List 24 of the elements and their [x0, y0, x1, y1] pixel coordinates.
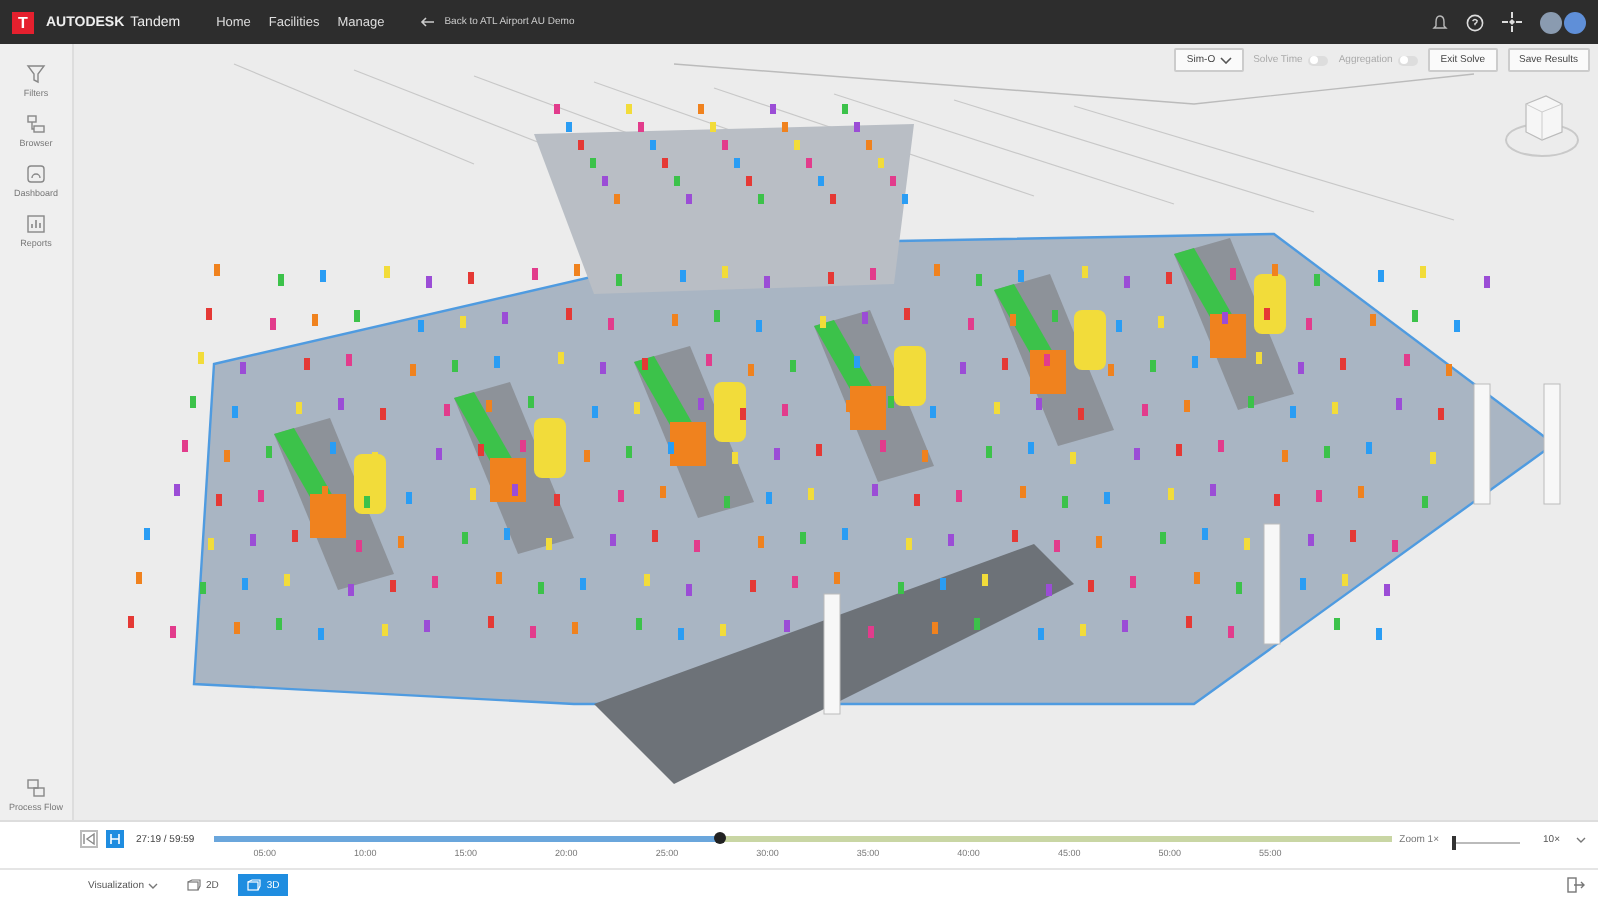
avatar[interactable] [1540, 11, 1562, 33]
flow-icon [26, 778, 46, 798]
help-icon [1466, 13, 1484, 31]
dashboard-icon [26, 164, 46, 184]
caret-icon [1576, 836, 1586, 844]
filter-icon [26, 64, 46, 84]
back-arrow-icon [420, 16, 437, 28]
zoom-slider-handle[interactable] [1451, 836, 1456, 850]
browser-icon [26, 114, 46, 134]
box-icon [246, 878, 263, 892]
toggle-switch[interactable] [1398, 55, 1419, 65]
step-back-icon [82, 832, 96, 846]
logo[interactable]: T [12, 11, 34, 33]
box-icon [185, 878, 202, 892]
timeline-handle[interactable] [714, 832, 727, 844]
bell-icon [1432, 13, 1448, 31]
caret-icon [1219, 56, 1232, 64]
exit-icon [1566, 876, 1586, 894]
toggle-switch[interactable] [1308, 55, 1329, 65]
caret-icon [147, 881, 158, 889]
reports-icon [26, 214, 46, 234]
timeline-track[interactable] [214, 836, 1392, 842]
avatar[interactable] [1564, 11, 1586, 33]
step-back-button[interactable] [80, 830, 98, 848]
